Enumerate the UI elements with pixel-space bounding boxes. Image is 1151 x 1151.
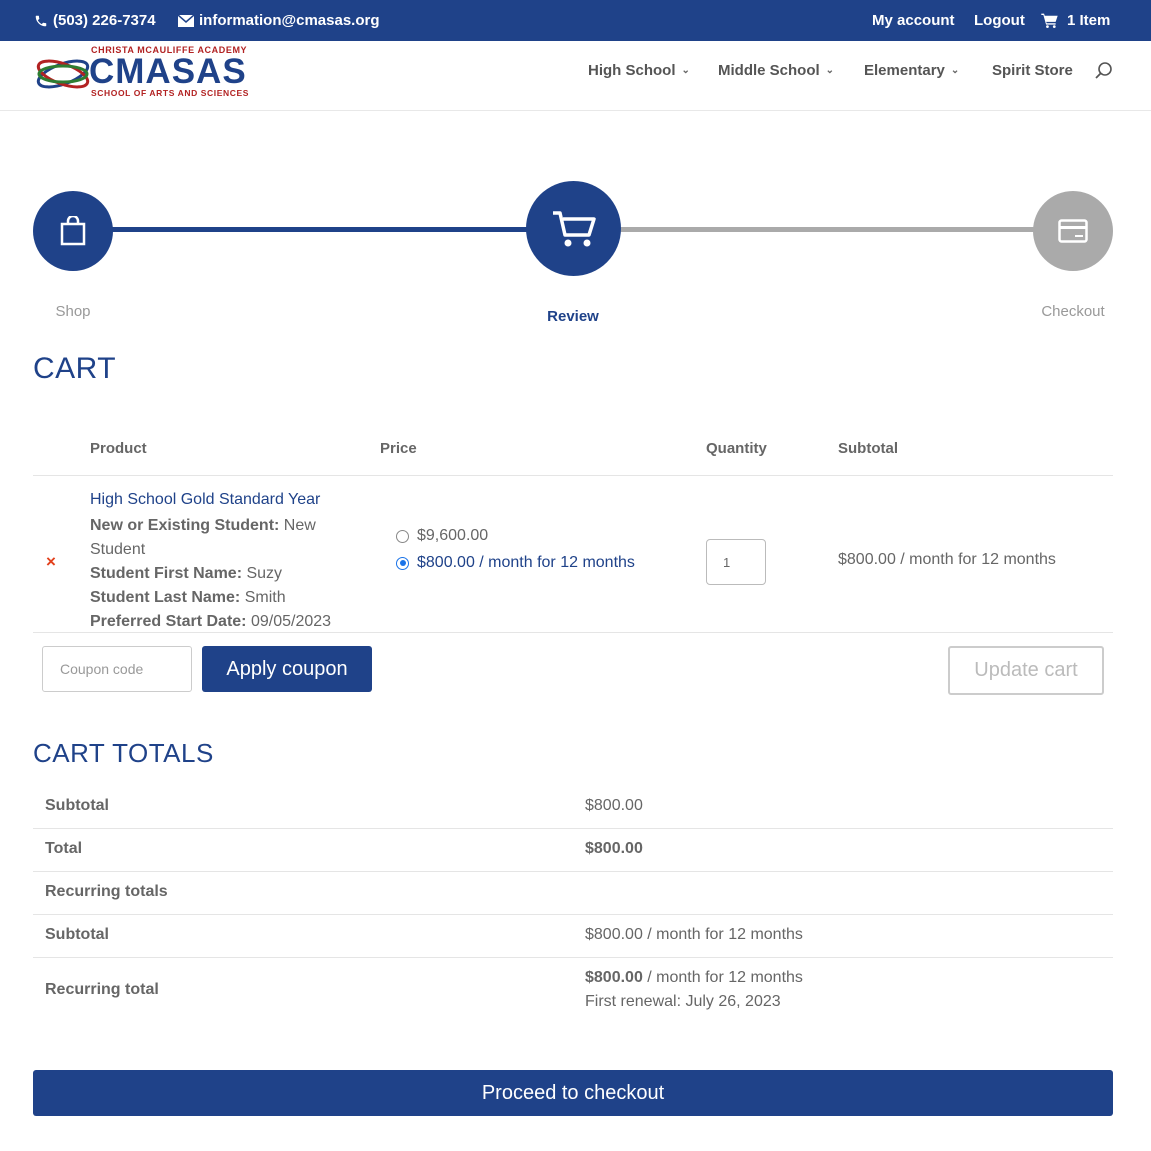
- recurring-total-value: $800.00 / month for 12 months: [585, 969, 803, 987]
- recurring-total-amount: $800.00: [585, 969, 643, 986]
- top-bar: (503) 226-7374 information@cmasas.org My…: [0, 0, 1151, 41]
- line-subtotal: $800.00 / month for 12 months: [838, 551, 1056, 568]
- divider: [33, 632, 1113, 633]
- step-label-review: Review: [547, 308, 599, 325]
- logo-name: CMASAS: [89, 52, 247, 91]
- meta-value: 09/05/2023: [250, 613, 332, 630]
- cart-icon: [1041, 13, 1058, 28]
- nav-high-school[interactable]: High School ⌄: [588, 62, 690, 79]
- column-header-product: Product: [90, 440, 147, 457]
- logo-school-text: School of Arts and Sciences: [91, 88, 250, 98]
- meta-first-name: Student First Name: Suzy: [90, 562, 282, 586]
- meta-label: Preferred Start Date:: [90, 613, 247, 630]
- totals-total-label: Total: [45, 840, 83, 857]
- step-review[interactable]: [526, 181, 621, 276]
- my-account-label: My account: [872, 12, 955, 29]
- cart-link[interactable]: 1 Item: [1041, 12, 1110, 29]
- proceed-to-checkout-button[interactable]: Proceed to checkout: [33, 1070, 1113, 1116]
- nav-middle-school[interactable]: Middle School ⌄: [718, 62, 834, 79]
- recurring-totals-label: Recurring totals: [45, 883, 168, 900]
- site-logo[interactable]: Christa McAuliffe Academy CMASAS School …: [35, 44, 255, 102]
- meta-last-name: Student Last Name: Smith: [90, 586, 286, 610]
- recurring-subtotal-value: $800.00 / month for 12 months: [585, 926, 803, 943]
- step-checkout[interactable]: [1033, 191, 1113, 271]
- nav-spirit-store-label: Spirit Store: [992, 62, 1073, 79]
- divider: [33, 914, 1113, 915]
- totals-subtotal-label: Subtotal: [45, 797, 109, 814]
- shopping-bag-icon: [60, 216, 86, 246]
- meta-label: Student Last Name:: [90, 589, 241, 606]
- step-label-shop: Shop: [55, 303, 91, 320]
- divider: [33, 475, 1113, 476]
- price-option-full[interactable]: $9,600.00: [396, 527, 488, 545]
- recurring-total-period: / month for 12 months: [642, 969, 803, 986]
- meta-value: New: [283, 517, 316, 534]
- cart-totals-heading: CART TOTALS: [33, 738, 214, 768]
- divider: [33, 871, 1113, 872]
- remove-item-button[interactable]: ×: [46, 552, 56, 572]
- meta-start-date: Preferred Start Date: 09/05/2023: [90, 610, 331, 634]
- cart-heading: CART: [33, 352, 117, 385]
- email-address: information@cmasas.org: [199, 12, 380, 29]
- meta-label: Student First Name:: [90, 565, 243, 582]
- meta-value: Student: [90, 541, 146, 558]
- meta-value: Suzy: [246, 565, 283, 582]
- credit-card-icon: [1058, 219, 1088, 243]
- logout-link[interactable]: Logout: [974, 12, 1025, 29]
- logout-label: Logout: [974, 12, 1025, 29]
- nav-high-school-label: High School: [588, 62, 676, 79]
- nav-spirit-store[interactable]: Spirit Store: [992, 62, 1073, 79]
- nav-elementary-label: Elementary: [864, 62, 945, 79]
- envelope-icon: [178, 14, 194, 27]
- progress-line-done: [73, 227, 573, 232]
- price-radio-monthly[interactable]: [396, 556, 409, 570]
- meta-student-type-cont: Student: [90, 538, 145, 562]
- phone-number: (503) 226-7374: [53, 12, 156, 29]
- column-header-price: Price: [380, 440, 417, 457]
- update-cart-button[interactable]: Update cart: [948, 646, 1104, 695]
- chevron-down-icon: ⌄: [681, 65, 690, 76]
- column-header-subtotal: Subtotal: [838, 440, 898, 457]
- first-renewal-date: First renewal: July 26, 2023: [585, 993, 781, 1010]
- totals-total-value: $800.00: [585, 840, 643, 857]
- email-link[interactable]: information@cmasas.org: [178, 12, 380, 29]
- coupon-code-input[interactable]: Coupon code: [42, 646, 192, 692]
- cart-count: 1 Item: [1067, 12, 1111, 29]
- meta-value: Smith: [244, 589, 286, 606]
- apply-coupon-button[interactable]: Apply coupon: [202, 646, 372, 692]
- step-shop[interactable]: [33, 191, 113, 271]
- phone-link[interactable]: (503) 226-7374: [34, 12, 156, 29]
- nav-middle-school-label: Middle School: [718, 62, 820, 79]
- meta-label: New or Existing Student:: [90, 517, 280, 534]
- price-option-label: $9,600.00: [417, 527, 489, 544]
- totals-subtotal-value: $800.00: [585, 797, 643, 814]
- divider: [33, 957, 1113, 958]
- cart-icon: [552, 210, 596, 246]
- recurring-subtotal-label: Subtotal: [45, 926, 109, 943]
- progress-line-pending: [573, 227, 1073, 232]
- chevron-down-icon: ⌄: [950, 65, 960, 76]
- price-option-monthly[interactable]: $800.00 / month for 12 months: [396, 554, 635, 572]
- nav-elementary[interactable]: Elementary ⌄: [864, 62, 959, 79]
- chevron-down-icon: ⌄: [825, 65, 835, 76]
- site-header: Christa McAuliffe Academy CMASAS School …: [0, 41, 1151, 111]
- meta-student-type: New or Existing Student: New: [90, 514, 316, 538]
- step-label-checkout: Checkout: [1041, 303, 1105, 320]
- my-account-link[interactable]: My account: [872, 12, 955, 29]
- price-option-label: $800.00 / month for 12 months: [417, 554, 635, 571]
- price-radio-full[interactable]: [396, 529, 409, 543]
- search-icon[interactable]: [1094, 61, 1114, 81]
- logo-swirl-icon: [36, 59, 90, 89]
- recurring-total-label: Recurring total: [45, 981, 159, 998]
- phone-icon: [35, 15, 47, 26]
- column-header-quantity: Quantity: [706, 440, 767, 457]
- product-name-link[interactable]: High School Gold Standard Year: [90, 491, 320, 509]
- quantity-input[interactable]: 1: [706, 539, 766, 585]
- divider: [33, 828, 1113, 829]
